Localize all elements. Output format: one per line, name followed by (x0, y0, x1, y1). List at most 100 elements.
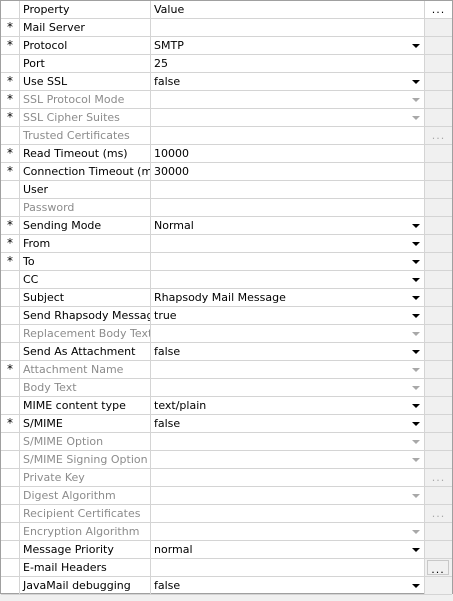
property-value[interactable]: false (151, 577, 425, 595)
property-value-text: Normal (154, 219, 194, 232)
required-marker (1, 55, 20, 73)
property-row[interactable]: CC (1, 271, 452, 289)
property-row[interactable]: * Connection Timeout (ms) 30000 (1, 163, 452, 181)
property-value[interactable] (151, 253, 425, 271)
chevron-down-icon[interactable] (412, 44, 420, 48)
chevron-down-icon[interactable] (412, 278, 420, 282)
property-value[interactable] (151, 19, 425, 37)
chevron-down-icon[interactable] (412, 350, 420, 354)
property-row[interactable]: Send Rhapsody Message true (1, 307, 452, 325)
property-row[interactable]: Private Key... (1, 469, 452, 487)
property-value[interactable]: 30000 (151, 163, 425, 181)
property-row[interactable]: User (1, 181, 452, 199)
property-value[interactable] (151, 271, 425, 289)
property-name: Mail Server (20, 19, 151, 37)
chevron-down-icon[interactable] (412, 242, 420, 246)
property-row[interactable]: S/MIME Option (1, 433, 452, 451)
property-name: Protocol (20, 37, 151, 55)
chevron-down-icon (412, 458, 420, 462)
property-value[interactable]: Rhapsody Mail Message (151, 289, 425, 307)
property-value[interactable]: normal (151, 541, 425, 559)
property-value (151, 325, 425, 343)
chevron-down-icon[interactable] (412, 260, 420, 264)
header-required-column (1, 1, 20, 19)
edit-all-button[interactable]: ... (425, 1, 452, 19)
property-value[interactable] (151, 559, 425, 577)
edit-headers-button[interactable]: ... (427, 560, 449, 576)
property-row[interactable]: * Read Timeout (ms) 10000 (1, 145, 452, 163)
row-action-cell (425, 253, 452, 271)
ellipsis-icon: ... (431, 563, 445, 576)
property-row[interactable]: Encryption Algorithm (1, 523, 452, 541)
property-row[interactable]: * To (1, 253, 452, 271)
property-row[interactable]: Body Text (1, 379, 452, 397)
row-action-cell (425, 181, 452, 199)
property-value[interactable]: SMTP (151, 37, 425, 55)
chevron-down-icon[interactable] (412, 224, 420, 228)
header-value: Value (151, 1, 425, 19)
required-marker: * (1, 163, 20, 181)
property-row[interactable]: S/MIME Signing Option (1, 451, 452, 469)
chevron-down-icon[interactable] (412, 584, 420, 588)
chevron-down-icon[interactable] (412, 404, 420, 408)
property-value[interactable]: text/plain (151, 397, 425, 415)
property-value-text: false (154, 579, 181, 592)
property-value[interactable] (151, 181, 425, 199)
row-action-cell (425, 19, 452, 37)
row-action-cell (425, 91, 452, 109)
property-row[interactable]: E-mail Headers... (1, 559, 452, 577)
property-value[interactable]: false (151, 415, 425, 433)
chevron-down-icon (412, 440, 420, 444)
property-row[interactable]: Password (1, 199, 452, 217)
property-value-text: 25 (154, 57, 168, 70)
property-value[interactable]: 10000 (151, 145, 425, 163)
property-row[interactable]: * S/MIME false (1, 415, 452, 433)
property-value[interactable]: Normal (151, 217, 425, 235)
property-row[interactable]: * Mail Server (1, 19, 452, 37)
required-marker: * (1, 217, 20, 235)
property-row[interactable]: Subject Rhapsody Mail Message (1, 289, 452, 307)
property-name: SSL Cipher Suites (20, 109, 151, 127)
chevron-down-icon[interactable] (412, 422, 420, 426)
property-row[interactable]: Message Priority normal (1, 541, 452, 559)
property-value-text: 10000 (154, 147, 189, 160)
property-row[interactable]: * Use SSL false (1, 73, 452, 91)
property-row[interactable]: Port 25 (1, 55, 452, 73)
property-value[interactable]: 25 (151, 55, 425, 73)
property-value[interactable]: false (151, 343, 425, 361)
row-action-cell (425, 451, 452, 469)
property-name: Subject (20, 289, 151, 307)
required-marker (1, 181, 20, 199)
required-marker (1, 469, 20, 487)
property-row[interactable]: Send As Attachment false (1, 343, 452, 361)
property-value[interactable]: false (151, 73, 425, 91)
property-row[interactable]: Digest Algorithm (1, 487, 452, 505)
property-row[interactable]: * Attachment Name (1, 361, 452, 379)
property-row[interactable]: JavaMail debugging false (1, 577, 452, 595)
property-name: SSL Protocol Mode (20, 91, 151, 109)
required-marker (1, 289, 20, 307)
property-row[interactable]: * SSL Cipher Suites (1, 109, 452, 127)
chevron-down-icon[interactable] (412, 548, 420, 552)
property-row[interactable]: * SSL Protocol Mode (1, 91, 452, 109)
row-action-cell (425, 37, 452, 55)
property-row[interactable]: * Sending Mode Normal (1, 217, 452, 235)
required-marker (1, 127, 20, 145)
required-marker: * (1, 253, 20, 271)
property-value[interactable] (151, 235, 425, 253)
property-value (151, 523, 425, 541)
property-row[interactable]: Recipient Certificates... (1, 505, 452, 523)
chevron-down-icon[interactable] (412, 296, 420, 300)
row-action-cell: ... (425, 469, 452, 487)
property-name: MIME content type (20, 397, 151, 415)
property-row[interactable]: Trusted Certificates... (1, 127, 452, 145)
chevron-down-icon[interactable] (412, 314, 420, 318)
property-row[interactable]: Replacement Body Text (1, 325, 452, 343)
property-row[interactable]: * Protocol SMTP (1, 37, 452, 55)
property-name: Password (20, 199, 151, 217)
property-row[interactable]: * From (1, 235, 452, 253)
property-row[interactable]: MIME content type text/plain (1, 397, 452, 415)
property-value[interactable]: true (151, 307, 425, 325)
chevron-down-icon[interactable] (412, 80, 420, 84)
property-name: S/MIME Signing Option (20, 451, 151, 469)
